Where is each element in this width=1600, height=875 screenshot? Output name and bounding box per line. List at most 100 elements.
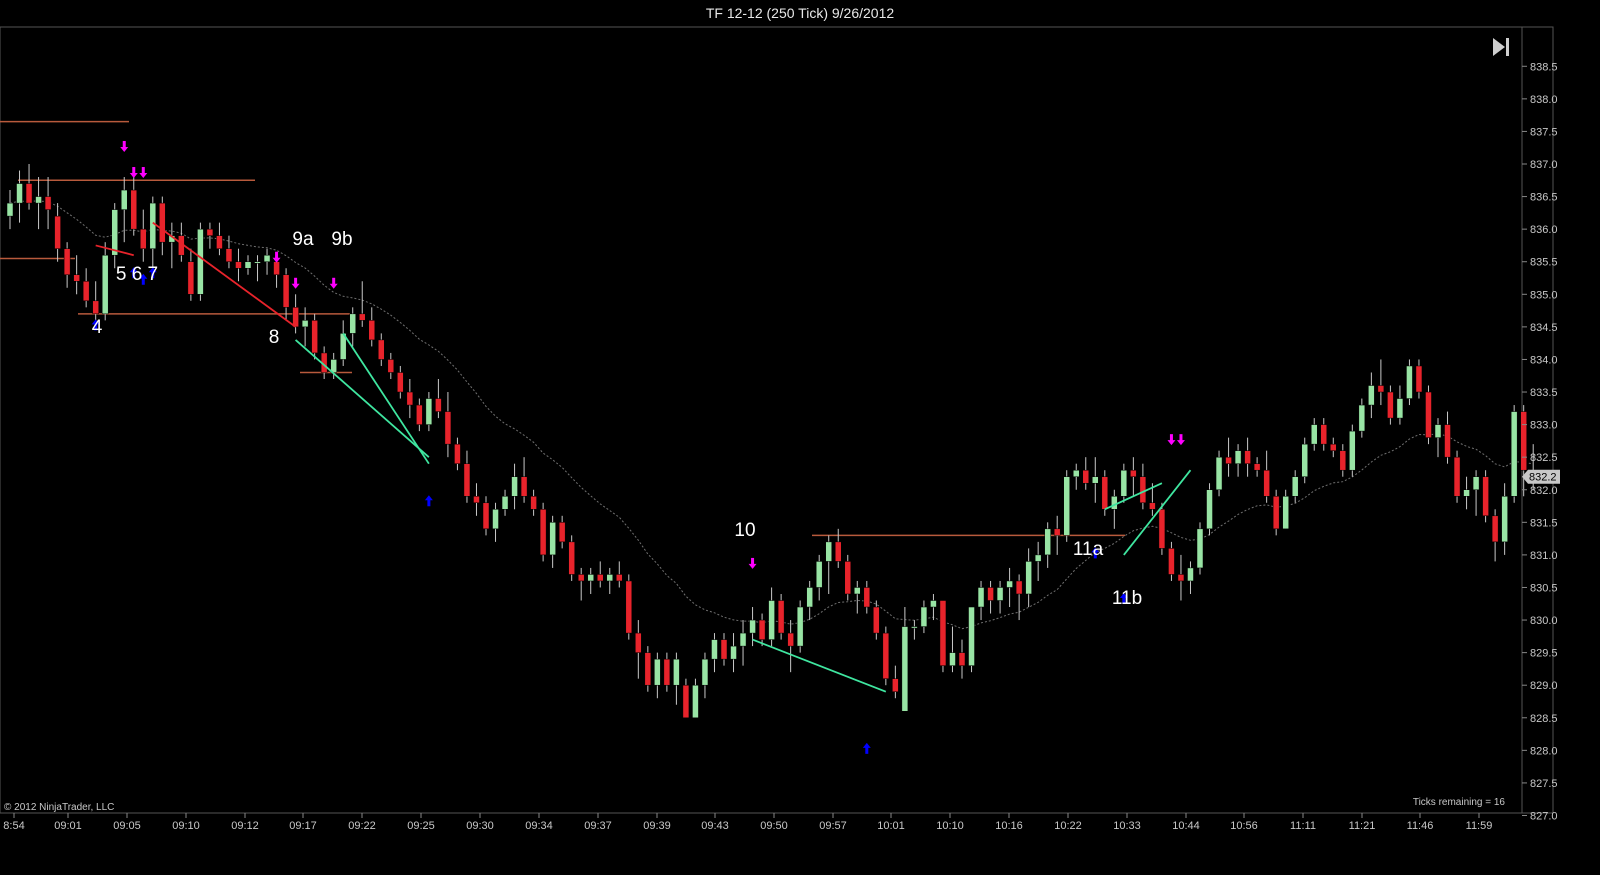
candle xyxy=(625,574,633,640)
candle-body xyxy=(311,320,318,354)
y-tick-label: 838.0 xyxy=(1530,94,1558,106)
candle xyxy=(568,535,575,581)
candle-body xyxy=(558,522,566,543)
candle-body xyxy=(549,522,556,556)
candle-body xyxy=(834,541,842,562)
pattern-annotation: 8 xyxy=(269,327,280,348)
candle xyxy=(1044,522,1051,568)
candle xyxy=(616,561,623,588)
x-tick-label: 09:17 xyxy=(289,820,317,832)
candle-body xyxy=(244,261,252,269)
candle-body xyxy=(1120,469,1128,497)
candle-body xyxy=(63,248,71,276)
candle xyxy=(901,607,909,712)
candle xyxy=(206,222,214,249)
candle xyxy=(587,567,594,594)
candle-body xyxy=(54,215,61,249)
candle-body xyxy=(568,541,575,575)
candle-body xyxy=(1272,496,1280,530)
y-tick-label: 837.5 xyxy=(1530,126,1558,138)
candle-body xyxy=(787,632,794,647)
candle-body xyxy=(968,606,975,666)
candle xyxy=(101,242,109,321)
skip-to-end-icon[interactable] xyxy=(1493,38,1509,56)
sell-arrow-icon xyxy=(272,251,281,263)
candle xyxy=(777,593,785,640)
copyright-label: © 2012 NinjaTrader, LLC xyxy=(4,802,114,813)
candle-body xyxy=(397,372,404,393)
candle-body xyxy=(1368,385,1375,406)
x-tick-label: 09:01 xyxy=(54,820,82,832)
sell-arrow-icon xyxy=(748,557,757,569)
candle-body xyxy=(473,496,480,504)
candle-body xyxy=(1501,496,1508,543)
candle-body xyxy=(416,404,423,425)
candle xyxy=(1063,470,1070,542)
y-tick-label: 828.0 xyxy=(1530,745,1558,757)
candle-body xyxy=(1310,424,1318,445)
candle xyxy=(82,268,90,308)
candle xyxy=(425,392,433,432)
candle xyxy=(492,502,499,542)
candle-body xyxy=(82,281,90,302)
candle xyxy=(1111,489,1118,529)
candle-body xyxy=(206,228,214,236)
pattern-annotation: 11a xyxy=(1073,539,1104,560)
candle xyxy=(1092,457,1099,503)
candle-body xyxy=(1253,463,1261,471)
candle xyxy=(844,554,852,601)
buy-arrow-icon xyxy=(424,495,433,507)
candle xyxy=(1025,548,1032,608)
candle-body xyxy=(44,196,52,210)
candle xyxy=(311,313,318,360)
candle-body xyxy=(1244,450,1251,464)
candle xyxy=(1130,457,1137,497)
x-tick-label: 09:57 xyxy=(819,820,847,832)
candle xyxy=(739,620,747,666)
candle xyxy=(673,652,680,705)
x-tick-label: 10:16 xyxy=(995,820,1023,832)
buy-arrow-icon xyxy=(862,742,871,754)
candle xyxy=(35,177,42,230)
candle-body xyxy=(187,261,195,295)
x-tick-label: 09:50 xyxy=(760,820,788,832)
candle xyxy=(701,652,709,699)
candle-body xyxy=(368,320,376,341)
candle-body xyxy=(625,580,633,634)
x-tick-label: 10:33 xyxy=(1113,820,1141,832)
candle xyxy=(692,678,699,719)
pattern-annotation: 4 xyxy=(92,317,103,338)
candle-body xyxy=(577,574,585,582)
candle-body xyxy=(1044,528,1051,556)
candle xyxy=(197,222,204,301)
candle xyxy=(730,633,737,673)
candle-body xyxy=(1263,469,1270,497)
candle-body xyxy=(1425,391,1432,438)
y-tick-label: 830.5 xyxy=(1530,582,1558,594)
y-tick-label: 831.5 xyxy=(1530,517,1558,529)
candle-body xyxy=(949,652,956,666)
pattern-annotation: 10 xyxy=(734,520,755,541)
candle xyxy=(406,378,414,419)
candle-body xyxy=(777,600,785,634)
candle-body xyxy=(863,587,871,608)
candle-body xyxy=(1092,476,1099,484)
candle xyxy=(1253,457,1261,477)
candle-body xyxy=(492,509,499,530)
candle-body xyxy=(16,183,23,204)
candle xyxy=(577,567,585,601)
candle-body xyxy=(406,391,414,406)
candle-body xyxy=(930,600,937,608)
candle xyxy=(159,196,166,256)
candle-body xyxy=(111,209,118,256)
candle-body xyxy=(1015,580,1023,595)
candle-body xyxy=(6,202,14,217)
candle xyxy=(216,222,223,256)
y-tick-label: 836.5 xyxy=(1530,192,1558,204)
candle xyxy=(1320,418,1328,451)
candlestick-chart[interactable]: 4 5 6 7 8 9a 9b 10 11a 11b 838.5 838.0 837.5 837.0… xyxy=(0,0,1600,875)
candle xyxy=(1501,483,1508,555)
candle xyxy=(416,398,423,432)
candle xyxy=(282,268,290,321)
candle xyxy=(815,554,823,601)
